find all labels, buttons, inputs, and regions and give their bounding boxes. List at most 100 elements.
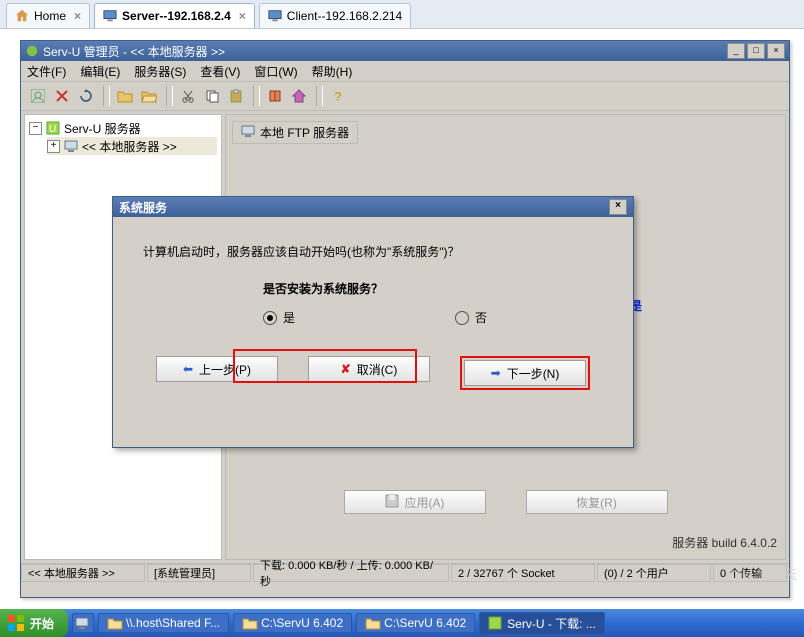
status-users: (0) / 2 个用户: [597, 564, 711, 582]
monitor-icon: [268, 9, 282, 23]
tb-paste-icon[interactable]: [225, 85, 247, 107]
maximize-button[interactable]: □: [747, 43, 765, 59]
restore-label: 恢复(R): [576, 494, 617, 511]
close-icon[interactable]: ×: [74, 9, 81, 23]
tb-refresh-icon[interactable]: [75, 85, 97, 107]
dialog-close-button[interactable]: ×: [609, 199, 627, 215]
app-icon: [25, 44, 39, 58]
status-bar: << 本地服务器 >> [系统管理员] 下载: 0.000 KB/秒 / 上传:…: [21, 563, 789, 582]
tb-book-icon[interactable]: [264, 85, 286, 107]
back-label: 上一步(P): [199, 361, 251, 378]
tb-user-icon[interactable]: [27, 85, 49, 107]
menu-server[interactable]: 服务器(S): [134, 63, 186, 80]
browser-tab-home[interactable]: Home ×: [6, 3, 90, 28]
tree-root[interactable]: − U Serv-U 服务器: [29, 119, 217, 137]
tb-help-icon[interactable]: ?: [327, 85, 349, 107]
svg-text:U: U: [49, 124, 56, 135]
next-button[interactable]: ➡ 下一步(N): [464, 360, 586, 386]
status-admin: [系统管理员]: [147, 564, 251, 582]
tab-label: Client--192.168.2.214: [287, 9, 402, 23]
radio-yes-label: 是: [283, 309, 295, 326]
computer-icon: [241, 124, 255, 141]
tb-home-icon[interactable]: [288, 85, 310, 107]
tree-local-label: << 本地服务器 >>: [82, 138, 177, 155]
window-titlebar[interactable]: Serv-U 管理员 - << 本地服务器 >> _ □ ×: [21, 41, 789, 61]
tb-cut-icon[interactable]: [177, 85, 199, 107]
taskbar-item-servu-2[interactable]: C:\ServU 6.402: [356, 613, 475, 633]
system-service-dialog: 系统服务 × 计算机启动时，服务器应该自动开始吗(也称为"系统服务")？ 是否安…: [112, 196, 634, 448]
restore-button: 恢复(R): [526, 490, 668, 514]
server-u-icon: U: [46, 121, 60, 135]
close-icon[interactable]: ×: [239, 9, 246, 23]
folder-icon: [365, 616, 379, 630]
content-tab-label: 本地 FTP 服务器: [260, 124, 349, 141]
menu-edit[interactable]: 编辑(E): [80, 63, 120, 80]
expand-icon[interactable]: +: [47, 140, 60, 153]
tab-label: Server--192.168.2.4: [122, 9, 231, 23]
menu-view[interactable]: 查看(V): [200, 63, 240, 80]
taskbar-item-label: C:\ServU 6.402: [261, 616, 343, 630]
status-sockets: 2 / 32767 个 Socket: [451, 564, 595, 582]
radio-icon: [263, 311, 277, 325]
arrow-left-icon: ⬅: [183, 362, 193, 376]
tb-folder-new-icon[interactable]: [114, 85, 136, 107]
folder-icon: [242, 616, 256, 630]
tb-copy-icon[interactable]: [201, 85, 223, 107]
house-icon: [15, 9, 29, 23]
tree-local-server[interactable]: + << 本地服务器 >>: [47, 137, 217, 155]
svg-text:?: ?: [334, 89, 342, 103]
watermark: 亿速云: [726, 565, 798, 585]
browser-tab-server[interactable]: Server--192.168.2.4 ×: [94, 3, 255, 28]
browser-tab-client[interactable]: Client--192.168.2.214: [259, 3, 411, 28]
radio-no-label: 否: [475, 309, 487, 326]
dialog-titlebar[interactable]: 系统服务 ×: [113, 197, 633, 217]
arrow-right-icon: ➡: [491, 366, 501, 380]
tab-label: Home: [34, 9, 66, 23]
window-title: Serv-U 管理员 - << 本地服务器 >>: [43, 43, 225, 60]
windows-taskbar: 开始 \\.host\Shared F... C:\ServU 6.402 C:…: [0, 609, 804, 637]
menu-file[interactable]: 文件(F): [27, 63, 66, 80]
save-icon: [385, 494, 399, 511]
taskbar-item-servu-app[interactable]: Serv-U - 下载: ...: [479, 612, 605, 635]
tb-folder-open-icon[interactable]: [138, 85, 160, 107]
taskbar-item-label: Serv-U - 下载: ...: [507, 615, 596, 632]
radio-yes[interactable]: 是: [263, 309, 295, 326]
next-label: 下一步(N): [507, 365, 560, 382]
status-rate: 下载: 0.000 KB/秒 / 上传: 0.000 KB/秒: [253, 564, 449, 582]
close-button[interactable]: ×: [767, 43, 785, 59]
radio-icon: [455, 311, 469, 325]
start-button[interactable]: 开始: [0, 609, 68, 637]
dialog-prompt: 计算机启动时，服务器应该自动开始吗(也称为"系统服务")？: [143, 243, 603, 260]
windows-icon: [8, 615, 24, 631]
menu-bar: 文件(F) 编辑(E) 服务器(S) 查看(V) 窗口(W) 帮助(H): [21, 61, 789, 82]
radio-no[interactable]: 否: [455, 309, 487, 326]
computer-icon: [64, 139, 78, 153]
cancel-label: 取消(C): [357, 361, 398, 378]
apply-label: 应用(A): [405, 494, 445, 511]
quick-launch[interactable]: [72, 613, 94, 633]
back-button[interactable]: ⬅ 上一步(P): [156, 356, 278, 382]
start-label: 开始: [30, 615, 54, 632]
apply-button: 应用(A): [344, 490, 486, 514]
collapse-icon[interactable]: −: [29, 122, 42, 135]
taskbar-item-label: C:\ServU 6.402: [384, 616, 466, 630]
menu-window[interactable]: 窗口(W): [254, 63, 297, 80]
taskbar-item-servu-1[interactable]: C:\ServU 6.402: [233, 613, 352, 633]
tree-root-label: Serv-U 服务器: [64, 120, 141, 137]
minimize-button[interactable]: _: [727, 43, 745, 59]
servu-icon: [488, 616, 502, 630]
taskbar-item-label: \\.host\Shared F...: [126, 616, 220, 630]
server-build-label: 服务器 build 6.4.0.2: [672, 534, 777, 551]
tb-delete-icon[interactable]: [51, 85, 73, 107]
monitor-icon: [103, 9, 117, 23]
x-icon: ✘: [341, 362, 351, 376]
content-tab[interactable]: 本地 FTP 服务器: [232, 121, 358, 144]
menu-help[interactable]: 帮助(H): [312, 63, 353, 80]
dialog-question: 是否安装为系统服务？: [263, 280, 603, 297]
cancel-button[interactable]: ✘ 取消(C): [308, 356, 430, 382]
folder-icon: [107, 616, 121, 630]
dialog-title: 系统服务: [119, 199, 167, 216]
taskbar-item-sharedhost[interactable]: \\.host\Shared F...: [98, 613, 229, 633]
toolbar: ?: [21, 82, 789, 111]
browser-tab-strip: Home × Server--192.168.2.4 × Client--192…: [0, 0, 804, 29]
